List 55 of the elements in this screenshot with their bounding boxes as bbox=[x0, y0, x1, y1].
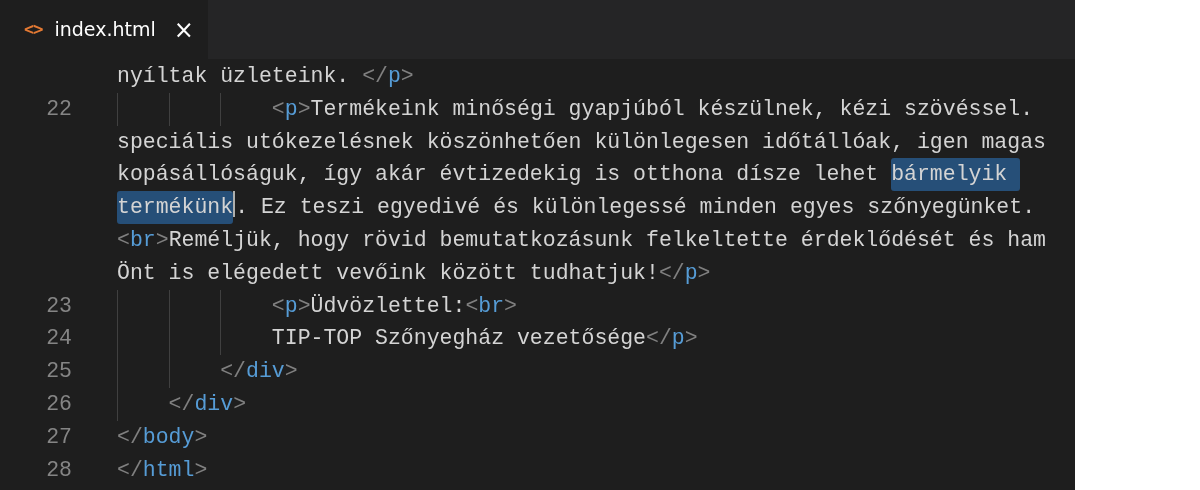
code-text: . Ez teszi egyedivé és különlegessé minden egyes szőnyegünket. bbox=[235, 194, 1036, 222]
code-text: Üdvözlettel: bbox=[310, 292, 466, 320]
tag-name: div bbox=[194, 390, 234, 418]
tag-name: br bbox=[129, 227, 156, 254]
tag-name: body bbox=[142, 423, 195, 451]
tag-bracket: > bbox=[194, 456, 208, 484]
tag-bracket: </ bbox=[220, 358, 247, 386]
tag-bracket: > bbox=[194, 423, 208, 451]
code-text: Önt is elégedett vevőink között tudhatjuk! bbox=[117, 259, 659, 287]
tag-bracket: < bbox=[271, 95, 285, 123]
tag-bracket: > bbox=[297, 95, 311, 123]
tag-name: p bbox=[387, 63, 401, 90]
code-text: Reméljük, hogy rövid bemutatkozásunk felkeltette érdeklődését és ham bbox=[168, 227, 1046, 254]
tag-bracket: < bbox=[271, 292, 285, 320]
tag-bracket: </ bbox=[168, 390, 195, 418]
code-text: nyíltak üzleteink. bbox=[117, 63, 351, 90]
selected-text: bármelyik bbox=[891, 158, 1021, 192]
editor-tab[interactable]: <> index.html × bbox=[0, 0, 208, 59]
tag-name: div bbox=[246, 358, 285, 386]
tag-bracket: > bbox=[684, 325, 698, 353]
tag-bracket: </ bbox=[658, 259, 685, 287]
tag-name: html bbox=[142, 456, 195, 484]
tag-bracket: </ bbox=[646, 325, 672, 353]
code-text: speciális utókezelésnek köszönhetően különlegesen időtállóak, igen magas bbox=[117, 128, 1046, 156]
tag-bracket: > bbox=[284, 358, 298, 386]
tag-name: br bbox=[478, 292, 505, 320]
tag-bracket: > bbox=[400, 63, 414, 90]
line-number: 22 bbox=[46, 96, 72, 121]
line-number: 24 bbox=[46, 326, 72, 351]
tag-bracket: </ bbox=[117, 456, 143, 484]
line-number: 27 bbox=[46, 424, 72, 449]
code-icon: <> bbox=[24, 16, 43, 43]
tag-name: p bbox=[684, 259, 698, 287]
selected-text: termékünk bbox=[117, 191, 234, 224]
tag-name: p bbox=[671, 325, 685, 353]
tag-bracket: > bbox=[297, 292, 311, 320]
tag-bracket: > bbox=[233, 390, 247, 418]
tag-bracket: > bbox=[504, 292, 517, 320]
tab-label: index.html bbox=[54, 17, 156, 43]
code-text: TIP-TOP Szőnyegház vezetősége bbox=[271, 325, 646, 353]
tag-name: p bbox=[284, 292, 298, 320]
line-number: 25 bbox=[46, 359, 72, 384]
code-text: Termékeink minőségi gyapjúból készülnek, kézi szövéssel. bbox=[310, 95, 1034, 123]
close-icon[interactable]: × bbox=[173, 17, 194, 42]
tag-bracket: > bbox=[155, 227, 169, 254]
tag-bracket: </ bbox=[117, 423, 143, 451]
line-number: 23 bbox=[46, 293, 72, 318]
tag-bracket: < bbox=[117, 227, 130, 254]
tag-bracket: < bbox=[465, 292, 479, 320]
tag-name: p bbox=[284, 95, 298, 123]
code-text: kopásállóságuk, így akár évtizedekig is otthona dísze lehet bbox=[117, 161, 880, 189]
tag-bracket: </ bbox=[362, 63, 388, 90]
line-number: 26 bbox=[46, 391, 72, 416]
line-number: 28 bbox=[46, 457, 72, 482]
tag-bracket: > bbox=[697, 259, 711, 287]
